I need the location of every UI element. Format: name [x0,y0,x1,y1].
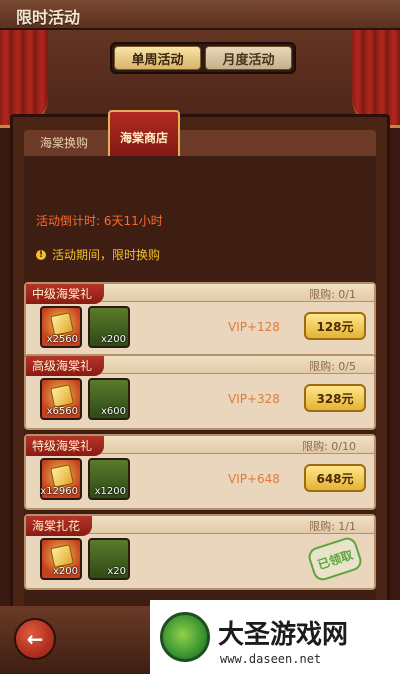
tab-monthly[interactable]: 月度活动 [205,46,292,70]
title-bar: 限时活动 [0,0,400,30]
gold-ticket-icon[interactable]: x2560 [40,306,82,348]
gold-ticket-icon[interactable]: x6560 [40,378,82,420]
tab-weekly[interactable]: 单周活动 [114,46,201,70]
item-count: x20 [107,566,126,577]
watermark: 大圣游戏网 www.daseen.net [150,600,400,674]
card-name: 特级海棠礼 [26,436,105,456]
item-count: x2560 [46,334,78,345]
card-limit: 限购: 0/10 [302,440,356,453]
notice-text: 活动期间，限时换购 [52,248,161,262]
gold-ticket-icon[interactable]: x200 [40,538,82,580]
item-count: x200 [52,566,78,577]
card-limit: 限购: 1/1 [309,520,356,533]
gift-card: 海棠扎花 限购: 1/1 x200 x20 已领取 [24,514,376,590]
item-count: x12960 [40,486,78,497]
watermark-url: www.daseen.net [220,652,322,666]
claimed-stamp: 已领取 [305,535,365,583]
gift-card: 高级海棠礼 限购: 0/5 x6560 x600 VIP+328 328元 [24,354,376,430]
watermark-logo [160,612,210,662]
vip-bonus: VIP+128 [228,320,280,334]
item-count: x1200 [94,486,126,497]
item-count: x200 [100,334,126,345]
gold-ticket-icon[interactable]: x12960 [40,458,82,500]
gift-card: 特级海棠礼 限购: 0/10 x12960 x1200 VIP+648 648元 [24,434,376,510]
green-item-icon[interactable]: x1200 [88,458,130,500]
back-arrow-icon[interactable]: ← [14,618,56,660]
buy-button[interactable]: 648元 [304,464,366,492]
page-title: 限时活动 [16,8,81,27]
subtab-exchange[interactable]: 海棠换购 [40,134,88,151]
notice: ! 活动期间，限时换购 [36,246,160,263]
item-count: x600 [100,406,126,417]
green-item-icon[interactable]: x600 [88,378,130,420]
activity-tabs: 单周活动 月度活动 [110,42,296,74]
watermark-title: 大圣游戏网 [218,620,349,650]
card-limit: 限购: 0/1 [309,288,356,301]
card-limit: 限购: 0/5 [309,360,356,373]
vip-bonus: VIP+328 [228,392,280,406]
green-item-icon[interactable]: x200 [88,306,130,348]
card-name: 海棠扎花 [26,516,93,536]
green-item-icon[interactable]: x20 [88,538,130,580]
card-name: 高级海棠礼 [26,356,105,376]
card-name: 中级海棠礼 [26,284,105,304]
gift-card: 中级海棠礼 限购: 0/1 x2560 x200 VIP+128 128元 [24,282,376,358]
info-icon: ! [36,249,46,260]
countdown-text: 活动倒计时: 6天11小时 [36,214,163,228]
buy-button[interactable]: 328元 [304,384,366,412]
buy-button[interactable]: 128元 [304,312,366,340]
item-count: x6560 [46,406,78,417]
vip-bonus: VIP+648 [228,472,280,486]
